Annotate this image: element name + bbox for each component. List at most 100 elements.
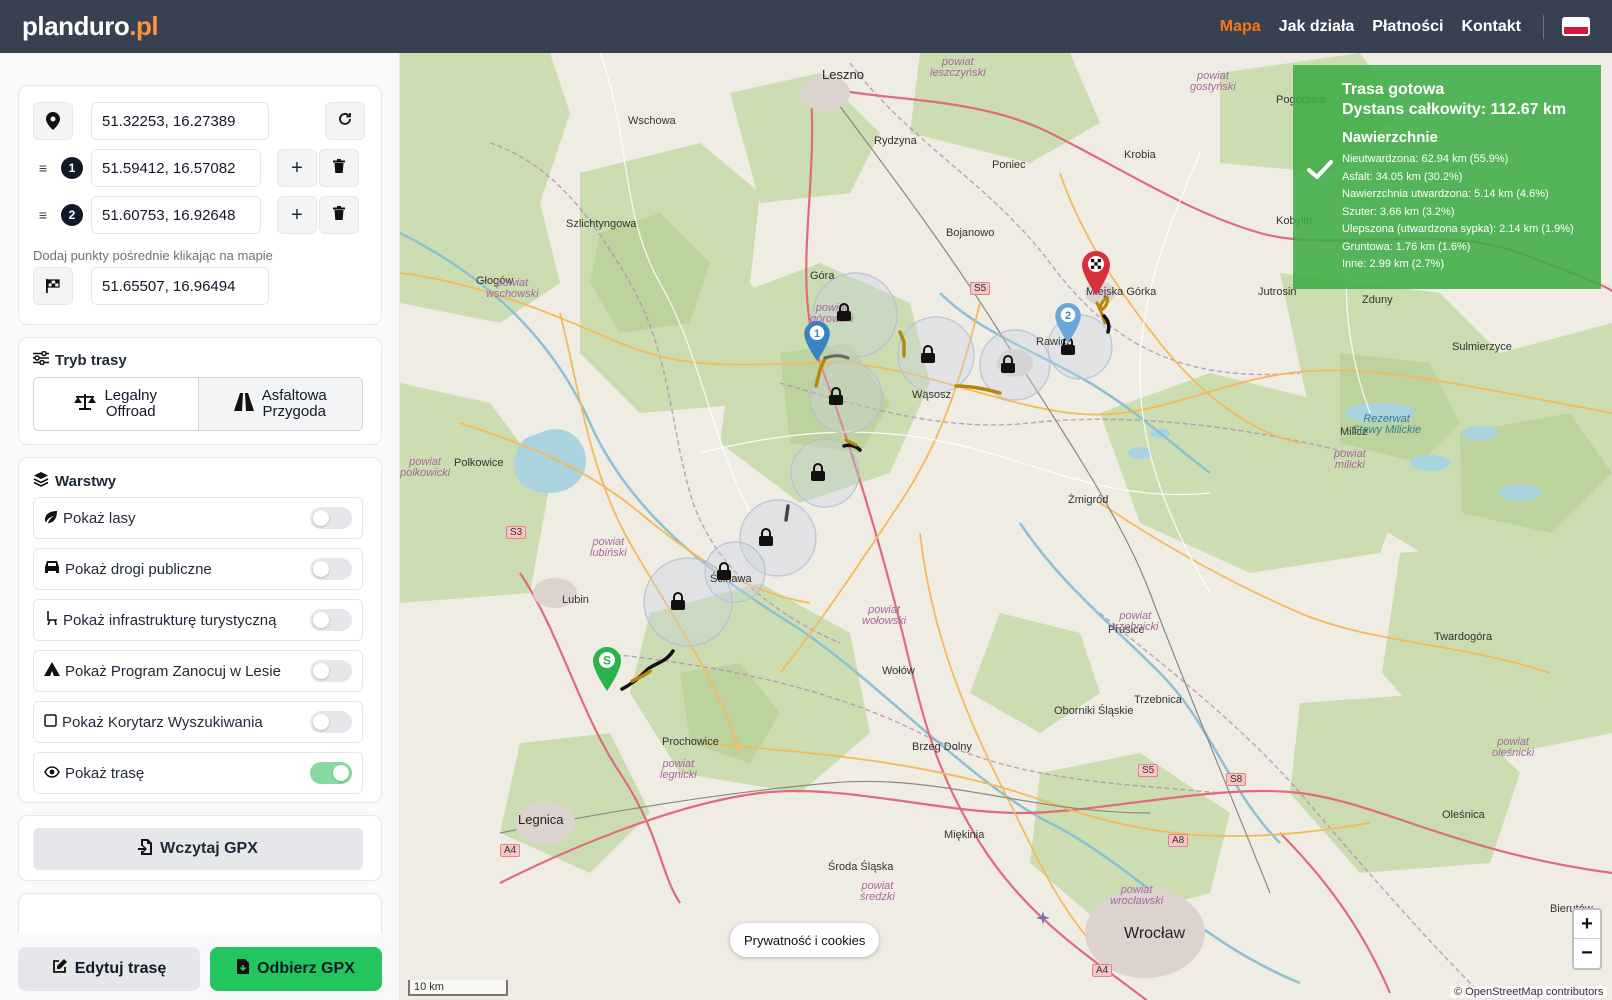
check-icon: [1307, 160, 1333, 185]
layer-route-row[interactable]: Pokaż trasę: [33, 752, 363, 794]
layers-icon: [33, 471, 49, 491]
lock-icon[interactable]: [810, 463, 826, 486]
map-label: Prochowice: [662, 736, 719, 748]
drag-handle-icon[interactable]: ≡: [33, 207, 53, 223]
toggle-sleep-in-forest[interactable]: [310, 660, 352, 682]
lock-icon[interactable]: [670, 592, 686, 615]
delete-waypoint-button[interactable]: [319, 149, 359, 187]
district-label: powiat wołowski: [862, 604, 907, 627]
nav-payments[interactable]: Płatności: [1372, 18, 1443, 36]
privacy-cookies-button[interactable]: Prywatność i cookies: [730, 923, 880, 957]
reset-button[interactable]: [325, 102, 365, 140]
road-badge: A8: [1168, 834, 1189, 847]
layers-title: Warstwy: [33, 471, 116, 491]
add-waypoint-button[interactable]: +: [277, 149, 317, 187]
road-badge: S8: [1226, 773, 1247, 786]
map-label: Sulmierzyce: [1452, 341, 1512, 353]
district-label: powiat gostyński: [1190, 70, 1236, 93]
scale-balance-icon: [74, 393, 97, 415]
map-label: Rydzyna: [874, 135, 917, 147]
finish-coord-input[interactable]: [91, 267, 269, 305]
surfaces-title: Nawierzchnie: [1342, 129, 1438, 146]
map-attribution[interactable]: © OpenStreetMap contributors: [1450, 986, 1608, 998]
plus-icon: +: [291, 156, 303, 179]
map-scale: 10 km: [408, 980, 508, 996]
edit-route-button[interactable]: Edytuj trasę: [18, 947, 200, 991]
layer-public-roads-row[interactable]: Pokaż drogi publiczne: [33, 548, 363, 590]
waypoint-2-marker-icon[interactable]: 2: [1055, 303, 1081, 348]
trash-icon: [333, 205, 345, 225]
svg-text:1: 1: [814, 328, 820, 340]
toggle-route[interactable]: [310, 762, 352, 784]
map-canvas[interactable]: Leszno Wschowa Rydzyna Poniec Krobia Szl…: [400, 53, 1612, 1000]
lock-icon[interactable]: [1000, 355, 1016, 378]
map-label: Jutrosin: [1258, 286, 1297, 298]
delete-waypoint-button[interactable]: [319, 196, 359, 234]
language-flag-icon[interactable]: [1562, 17, 1590, 36]
mode-legal-offroad-button[interactable]: Legalny Offroad: [34, 378, 198, 430]
lock-icon[interactable]: [758, 528, 774, 551]
zoom-control: + −: [1572, 908, 1602, 970]
surface-line: Szuter: 3.66 km (3.2%): [1342, 205, 1455, 218]
district-label: powiat milicki: [1334, 448, 1366, 471]
add-waypoint-button[interactable]: +: [277, 196, 317, 234]
finish-marker-icon[interactable]: [1082, 251, 1110, 300]
road-badge: S5: [1138, 764, 1159, 777]
map-label: Lubin: [562, 594, 589, 606]
map-label: Oleśnica: [1442, 809, 1485, 821]
route-summary-panel: Trasa gotowa Dystans całkowity: 112.67 k…: [1293, 65, 1601, 289]
waypoint-2-coord-input[interactable]: [91, 196, 261, 234]
road-badge: S5: [970, 282, 991, 295]
zoom-out-button[interactable]: −: [1574, 939, 1600, 968]
map-label: Polkowice: [454, 457, 504, 469]
nav-how-it-works[interactable]: Jak działa: [1279, 18, 1355, 36]
layer-sleep-in-forest-row[interactable]: Pokaż Program Zanocuj w Lesie: [33, 650, 363, 692]
top-navbar: planduro.pl Mapa Jak działa Płatności Ko…: [0, 0, 1612, 53]
nav-map[interactable]: Mapa: [1220, 18, 1261, 36]
sidebar: ≡ 1 + ≡ 2 + Dodaj punkty pośrednie klika…: [0, 53, 400, 1000]
lock-icon[interactable]: [828, 387, 844, 410]
layer-forests-row[interactable]: Pokaż lasy: [33, 497, 363, 539]
waypoint-row: ≡ 1 +: [33, 149, 359, 187]
lock-icon[interactable]: [836, 303, 852, 326]
square-icon: [44, 713, 57, 731]
map-label: Środa Śląska: [828, 861, 894, 873]
surface-line: Nawierzchnia utwardzona: 5.14 km (4.6%): [1342, 188, 1549, 200]
surface-line: Nieutwardzona: 62.94 km (55.9%): [1342, 153, 1509, 165]
logo[interactable]: planduro.pl: [22, 11, 159, 42]
layer-search-corridor-row[interactable]: Pokaż Korytarz Wyszukiwania: [33, 701, 363, 743]
reserve-label: Rezerwat Stawy Milickie: [1352, 413, 1422, 436]
start-coord-input[interactable]: [91, 102, 269, 140]
svg-text:2: 2: [1065, 310, 1071, 322]
lock-icon[interactable]: [716, 562, 732, 585]
map-label: Wołów: [882, 665, 915, 677]
toggle-forests[interactable]: [310, 507, 352, 529]
sidebar-actions: Edytuj trasę Odbierz GPX: [0, 933, 399, 1000]
download-gpx-button[interactable]: Odbierz GPX: [210, 947, 382, 991]
road-icon: [233, 393, 254, 415]
map-label: Krobia: [1124, 149, 1156, 161]
file-download-icon: [237, 959, 250, 979]
start-marker-icon[interactable]: S: [593, 647, 621, 696]
start-point-row: [33, 102, 365, 140]
toggle-search-corridor[interactable]: [310, 711, 352, 733]
road-badge: S3: [506, 526, 527, 539]
district-label: powiat oleśnicki: [1492, 736, 1535, 759]
toggle-public-roads[interactable]: [310, 558, 352, 580]
car-icon: [44, 560, 60, 578]
lock-icon[interactable]: [920, 345, 936, 368]
zoom-in-button[interactable]: +: [1574, 910, 1600, 939]
surface-line: Gruntowa: 1.76 km (1.6%): [1342, 240, 1471, 253]
drag-handle-icon[interactable]: ≡: [33, 160, 53, 176]
mode-asphalt-adventure-button[interactable]: Asfaltowa Przygoda: [197, 378, 362, 430]
load-gpx-button[interactable]: Wczytaj GPX: [33, 828, 363, 870]
waypoint-1-coord-input[interactable]: [91, 149, 261, 187]
nav-contact[interactable]: Kontakt: [1461, 18, 1521, 36]
layer-tourist-infra-row[interactable]: Pokaż infrastrukturę turystyczną: [33, 599, 363, 641]
district-label: powiat wrocławski: [1110, 884, 1164, 907]
toggle-tourist-infra[interactable]: [310, 609, 352, 631]
eye-icon: [44, 765, 60, 782]
route-mode-title: Tryb trasy: [33, 350, 127, 369]
waypoint-1-marker-icon[interactable]: 1: [804, 321, 830, 366]
map-label: Trzebnica: [1134, 694, 1182, 706]
